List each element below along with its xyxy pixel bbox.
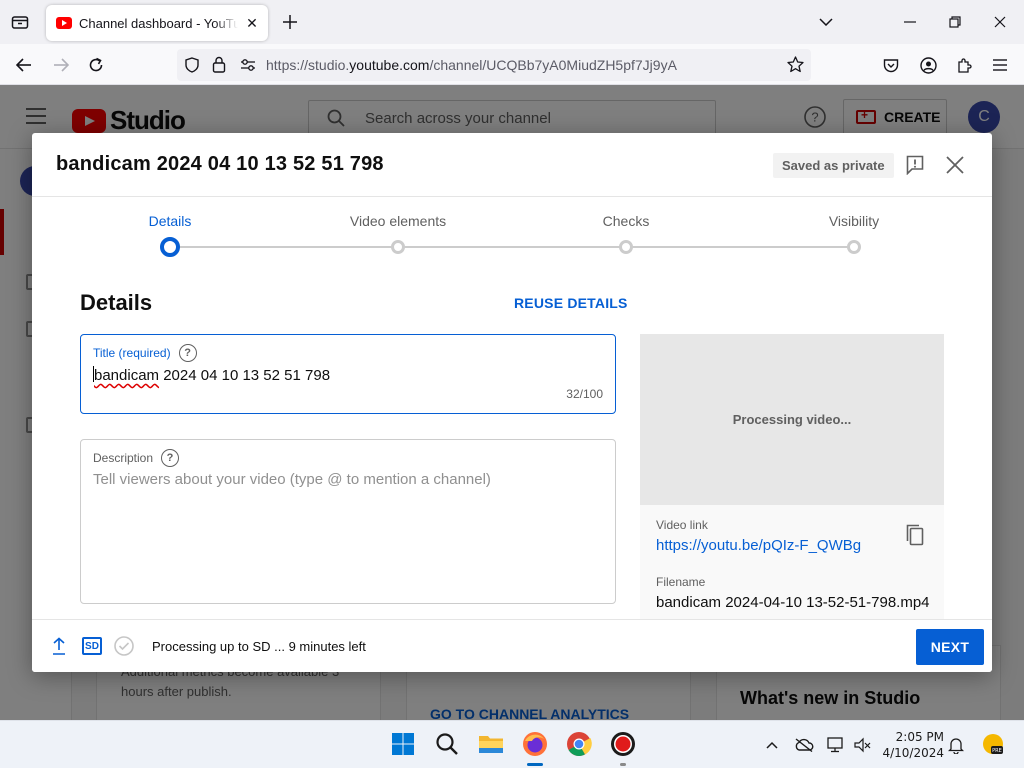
firefox-icon[interactable] — [520, 729, 550, 759]
notification-bell-icon[interactable] — [946, 735, 966, 755]
step-indicator — [847, 240, 861, 254]
processing-status: Processing up to SD ... 9 minutes left — [152, 639, 366, 654]
title-field-label: Title (required) ? — [93, 344, 197, 362]
clock-time: 2:05 PM — [895, 730, 944, 744]
description-field[interactable]: Description ? Tell viewers about your vi… — [80, 439, 616, 604]
firefox-active-indicator — [527, 763, 543, 766]
window-close-icon[interactable] — [990, 12, 1010, 32]
url-prefix: https://studio. — [266, 57, 350, 73]
details-section-title: Details — [80, 290, 153, 315]
clock-date: 4/10/2024 — [882, 746, 944, 760]
forward-icon[interactable] — [49, 53, 73, 77]
saved-status-badge: Saved as private — [773, 153, 894, 178]
app-menu-icon[interactable] — [988, 53, 1012, 77]
start-button-icon[interactable] — [388, 729, 418, 759]
windows-taskbar: 2:05 PM 4/10/2024 PRE — [0, 720, 1024, 768]
reload-icon[interactable] — [84, 53, 108, 77]
dialog-header: bandicam 2024 04 10 13 52 51 798 Saved a… — [32, 133, 992, 197]
browser-tab[interactable]: Channel dashboard - YouTube Studio ✕ — [46, 5, 268, 41]
reuse-details-button[interactable]: REUSE DETAILS — [514, 295, 628, 311]
pocket-icon[interactable] — [879, 53, 903, 77]
video-link[interactable]: https://youtu.be/pQIz-F_QWBg — [656, 537, 861, 554]
list-all-tabs-icon[interactable] — [816, 12, 836, 32]
description-field-label: Description ? — [93, 449, 180, 467]
processing-status-text: Processing video... — [732, 412, 852, 427]
url-text: https://studio.youtube.com/channel/UCQBb… — [266, 57, 677, 73]
step-label: Checks — [602, 213, 650, 229]
step-video-elements[interactable]: Video elements — [318, 197, 478, 254]
upload-stepper: Details Video elements Checks Visibility — [32, 197, 992, 269]
show-hidden-icons-icon[interactable] — [762, 735, 782, 755]
bookmark-star-icon[interactable] — [787, 56, 804, 73]
new-tab-icon[interactable] — [280, 12, 300, 32]
title-field[interactable]: Title (required) ? bandicam 2024 04 10 1… — [80, 334, 616, 414]
feedback-icon[interactable] — [906, 155, 924, 175]
video-thumbnail: Processing video... — [640, 334, 944, 505]
step-indicator — [619, 240, 633, 254]
url-domain: youtube.com — [349, 57, 430, 73]
step-label: Video elements — [349, 213, 447, 229]
svg-text:PRE: PRE — [992, 748, 1002, 754]
title-help-icon[interactable]: ? — [178, 344, 197, 362]
file-explorer-icon[interactable] — [476, 729, 506, 759]
video-preview-panel: Processing video... Video link https://y… — [640, 334, 944, 624]
display-icon[interactable] — [826, 735, 846, 755]
filename-label: Filename — [656, 575, 706, 589]
sd-processing-icon[interactable]: SD — [82, 637, 102, 655]
back-icon[interactable] — [12, 53, 36, 77]
dialog-close-icon[interactable] — [946, 156, 964, 174]
network-volume-icon[interactable] — [852, 735, 872, 755]
copilot-icon[interactable]: PRE — [980, 731, 1006, 757]
step-details[interactable]: Details — [90, 197, 250, 257]
checks-status-icon[interactable] — [114, 636, 134, 656]
filename-value: bandicam 2024-04-10 13-52-51-798.mp4 — [656, 594, 930, 611]
dialog-footer: SD Processing up to SD ... 9 minutes lef… — [32, 619, 992, 672]
step-indicator — [391, 240, 405, 254]
title-label-text: Title (required) — [93, 346, 171, 360]
upload-status-icon[interactable] — [52, 637, 66, 655]
minimize-icon[interactable] — [900, 12, 920, 32]
upload-dialog: bandicam 2024 04 10 13 52 51 798 Saved a… — [32, 133, 992, 672]
url-path: /channel/UCQBb7yA0MiudZH5pf7Jj9yA — [429, 57, 677, 73]
site-permissions-icon[interactable] — [240, 58, 256, 72]
title-value-rest: 2024 04 10 13 52 51 798 — [159, 367, 331, 384]
title-value-misspelled: bandicam — [94, 367, 160, 384]
description-label-text: Description — [93, 451, 154, 465]
next-button[interactable]: NEXT — [916, 629, 984, 665]
onedrive-offline-icon[interactable] — [794, 735, 814, 755]
step-label: Details — [148, 213, 192, 229]
chrome-icon[interactable] — [564, 729, 594, 759]
description-placeholder: Tell viewers about your video (type @ to… — [93, 471, 491, 488]
taskbar-search-icon[interactable] — [432, 729, 462, 759]
step-checks[interactable]: Checks — [546, 197, 706, 254]
title-input-value[interactable]: bandicam 2024 04 10 13 52 51 798 — [93, 366, 330, 384]
tab-close-icon[interactable]: ✕ — [244, 15, 260, 31]
copy-link-icon[interactable] — [906, 524, 924, 546]
video-link-label: Video link — [656, 518, 708, 532]
taskbar-clock[interactable]: 2:05 PM 4/10/2024 — [880, 729, 944, 761]
step-visibility[interactable]: Visibility — [774, 197, 934, 254]
browser-nav-bar: https://studio.youtube.com/channel/UCQBb… — [0, 44, 1024, 85]
browser-tab-title: Channel dashboard - YouTube Studio — [79, 15, 238, 31]
bandicam-icon[interactable] — [608, 729, 638, 759]
tracking-protection-icon[interactable] — [185, 57, 199, 73]
title-char-counter: 32/100 — [566, 387, 603, 401]
bandicam-running-indicator — [620, 763, 626, 766]
url-bar[interactable]: https://studio.youtube.com/channel/UCQBb… — [177, 49, 811, 81]
restore-icon[interactable] — [945, 12, 965, 32]
tab-list-icon[interactable] — [8, 11, 32, 33]
step-indicator — [160, 237, 180, 257]
account-icon[interactable] — [916, 53, 940, 77]
youtube-favicon-icon — [56, 17, 72, 29]
browser-tab-bar: Channel dashboard - YouTube Studio ✕ — [0, 0, 1024, 44]
lock-icon[interactable] — [212, 56, 226, 73]
dialog-title: bandicam 2024 04 10 13 52 51 798 — [56, 153, 384, 175]
step-label: Visibility — [828, 213, 880, 229]
stepper-track — [172, 246, 852, 248]
description-help-icon[interactable]: ? — [161, 449, 180, 467]
extensions-icon[interactable] — [952, 53, 976, 77]
